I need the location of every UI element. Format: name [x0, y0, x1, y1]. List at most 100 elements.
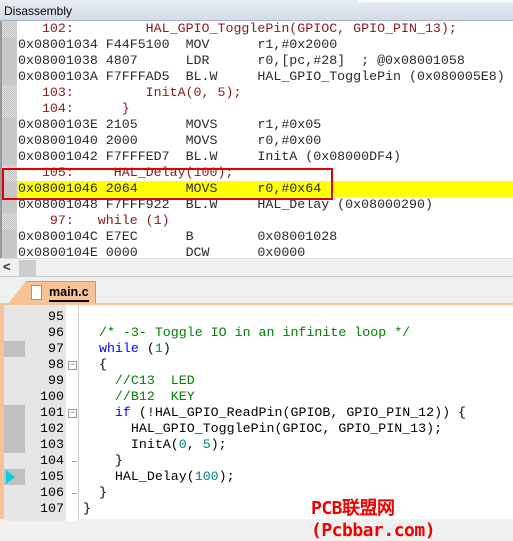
code-line[interactable]: 103 InitA(0, 5); [4, 437, 513, 453]
source-line[interactable]: 97: while (1) [2, 213, 513, 229]
token-default: ) [162, 341, 171, 356]
gutter-marker [2, 21, 17, 37]
token-default: } [83, 501, 91, 516]
editor-tab-bar: main.c [0, 278, 513, 304]
fold-end-marker [72, 453, 77, 462]
code-line[interactable]: 95 [4, 309, 513, 325]
horizontal-scrollbar[interactable]: < [0, 258, 513, 277]
line-number: 97 [48, 341, 64, 356]
code-line[interactable]: 102 HAL_GPIO_TogglePin(GPIOC, GPIO_PIN_1… [4, 421, 513, 437]
token-number: 0 [178, 437, 187, 452]
line-text: 0x08001038 4807 LDR r0,[pc,#28] ; @0x080… [18, 53, 465, 68]
code-line[interactable]: 105 HAL_Delay(100); [4, 469, 513, 485]
source-line[interactable]: 104: } [2, 101, 513, 117]
disassembly-view[interactable]: 102: HAL_GPIO_TogglePin(GPIOC, GPIO_PIN_… [0, 21, 513, 258]
gutter-marker [2, 229, 17, 245]
asm-line[interactable]: 0x0800104E 0000 DCW 0x0000 [2, 245, 513, 258]
breakpoint-margin[interactable] [4, 309, 25, 325]
asm-line[interactable]: 0x08001040 2000 MOVS r0,#0x00 [2, 133, 513, 149]
breakpoint-margin[interactable] [4, 357, 25, 373]
breakpoint-margin[interactable] [4, 485, 25, 501]
breakpoint-margin[interactable] [4, 469, 25, 485]
line-text: 0x08001046 2064 MOVS r0,#0x64 [18, 181, 322, 196]
token-comment: /* -3- Toggle IO in an infinite loop */ [83, 325, 411, 340]
line-text: 0x0800103E 2105 MOVS r1,#0x05 [18, 117, 322, 132]
line-text: 0x08001048 F7FFF922 BL.W HAL_Delay (0x08… [18, 197, 433, 212]
source-line[interactable]: 103: InitA(0, 5); [2, 85, 513, 101]
line-text: 0x08001040 2000 MOVS r0,#0x00 [18, 133, 322, 148]
code-text: { [83, 357, 107, 373]
asm-line[interactable]: 0x08001038 4807 LDR r0,[pc,#28] ; @0x080… [2, 53, 513, 69]
breakpoint-margin[interactable] [4, 389, 25, 405]
line-number: 107 [40, 501, 64, 516]
gutter-marker [2, 181, 17, 197]
gutter-marker [2, 197, 17, 213]
code-line[interactable]: 104 } [4, 453, 513, 469]
source-line[interactable]: 105: HAL_Delay(100); [2, 165, 513, 181]
asm-line[interactable]: 0x08001042 F7FFFED7 BL.W InitA (0x08000D… [2, 149, 513, 165]
token-keyword: while [83, 341, 139, 356]
code-line[interactable]: 99 //C13 LED [4, 373, 513, 389]
token-number: 5 [202, 437, 211, 452]
breakpoint-margin[interactable] [4, 453, 25, 469]
current-line-arrow-icon [6, 470, 15, 484]
code-line[interactable]: 98− { [4, 357, 513, 373]
line-text: 0x08001042 F7FFFED7 BL.W InitA (0x08000D… [18, 149, 402, 164]
breakpoint-margin[interactable] [4, 373, 25, 389]
code-editor[interactable]: 95 96 /* -3- Toggle IO in an infinite loo… [0, 303, 513, 521]
token-comment: //C13 LED [83, 373, 195, 388]
collapse-icon[interactable]: − [68, 361, 77, 370]
gutter-marker [2, 37, 17, 53]
scrollbar-thumb[interactable] [19, 260, 36, 276]
gutter-marker [2, 165, 17, 181]
asm-line[interactable]: 0x0800103A F7FFFAD5 BL.W HAL_GPIO_Toggle… [2, 69, 513, 85]
line-text: 97: while (1) [18, 213, 170, 228]
asm-line[interactable]: 0x08001034 F44F5100 MOV r1,#0x2000 [2, 37, 513, 53]
token-default: } [83, 453, 123, 468]
token-comment: //B12 KEY [83, 389, 195, 404]
code-line[interactable]: 96 /* -3- Toggle IO in an infinite loop … [4, 325, 513, 341]
breakpoint-margin[interactable] [4, 405, 25, 421]
line-number: 99 [48, 373, 64, 388]
gutter-marker [2, 101, 17, 117]
gutter-marker [2, 85, 17, 101]
gutter-marker [2, 69, 17, 85]
line-number: 104 [40, 453, 64, 468]
line-number: 106 [40, 485, 64, 500]
code-text: } [83, 453, 123, 469]
token-number: 100 [194, 469, 219, 484]
code-line[interactable]: 101− if (!HAL_GPIO_ReadPin(GPIOB, GPIO_P… [4, 405, 513, 421]
line-text: 103: InitA(0, 5); [18, 85, 242, 100]
asm-line[interactable]: 0x0800104C E7EC B 0x08001028 [2, 229, 513, 245]
token-default: , [186, 437, 203, 452]
gutter-marker [2, 245, 17, 258]
source-line[interactable]: 102: HAL_GPIO_TogglePin(GPIOC, GPIO_PIN_… [2, 21, 513, 37]
code-text: //C13 LED [83, 373, 195, 389]
gutter-marker [2, 53, 17, 69]
tab-main-c[interactable]: main.c [8, 281, 96, 304]
breakpoint-margin[interactable] [4, 341, 25, 357]
token-default: } [83, 485, 107, 500]
asm-line[interactable]: 0x08001048 F7FFF922 BL.W HAL_Delay (0x08… [2, 197, 513, 213]
code-text: if (!HAL_GPIO_ReadPin(GPIOB, GPIO_PIN_12… [83, 405, 466, 421]
breakpoint-margin[interactable] [4, 501, 25, 517]
fold-end-marker [72, 485, 77, 494]
breakpoint-margin[interactable] [4, 325, 25, 341]
code-line[interactable]: 97 while (1) [4, 341, 513, 357]
collapse-icon[interactable]: − [68, 409, 77, 418]
token-default: ( [138, 341, 155, 356]
line-text: 0x08001034 F44F5100 MOV r1,#0x2000 [18, 37, 338, 52]
chevron-left-icon[interactable]: < [3, 259, 11, 274]
file-icon [31, 285, 42, 300]
code-line[interactable]: 100 //B12 KEY [4, 389, 513, 405]
asm-line[interactable]: 0x0800103E 2105 MOVS r1,#0x05 [2, 117, 513, 133]
breakpoint-margin[interactable] [4, 437, 25, 453]
breakpoint-margin[interactable] [4, 421, 25, 437]
line-number: 100 [40, 389, 64, 404]
token-default: ); [210, 437, 227, 452]
asm-line[interactable]: 0x08001046 2064 MOVS r0,#0x64 [2, 181, 513, 197]
gutter-marker [2, 117, 17, 133]
line-text: 104: } [18, 101, 130, 116]
disassembly-title-bar: Disassembly [0, 0, 513, 21]
token-default: HAL_Delay( [83, 469, 195, 484]
